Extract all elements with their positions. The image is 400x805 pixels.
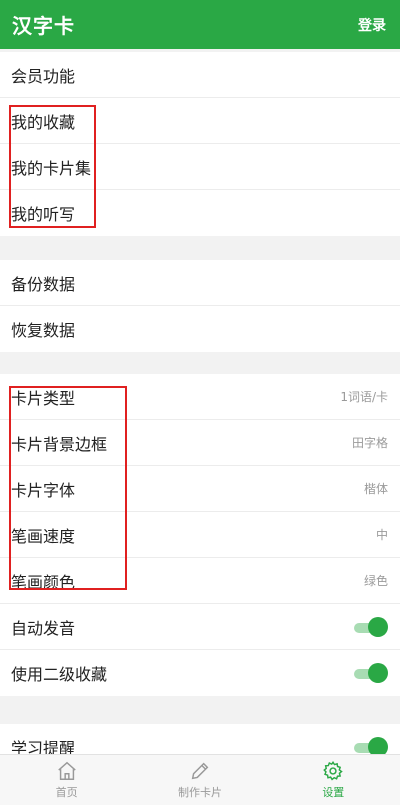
setting-stroke-color[interactable]: 笔画颜色 绿色 [0,558,400,604]
toggle-knob [368,616,388,637]
menu-item-label: 恢复数据 [11,321,76,340]
login-button[interactable]: 登录 [358,15,386,35]
gear-icon [323,760,344,781]
setting-card-border[interactable]: 卡片背景边框 田字格 [0,420,400,466]
setting-label: 卡片字体 [11,480,76,500]
setting-value: 中 [375,528,388,542]
menu-item-label: 我的听写 [11,205,76,224]
tab-label: 制作卡片 [177,786,222,799]
home-icon [57,761,76,780]
card-settings-section: 卡片类型 1词语/卡 卡片背景边框 田字格 卡片字体 楷体 笔画速度 中 笔画颜… [0,374,400,696]
tab-home[interactable]: 首页 [0,755,133,805]
tab-label: 设置 [322,786,345,799]
setting-value: 1词语/卡 [340,390,388,404]
menu-item-backup[interactable]: 备份数据 [0,260,400,306]
setting-secondary-favorites: 使用二级收藏 [0,650,400,696]
tab-make-card[interactable]: 制作卡片 [133,755,266,805]
setting-value: 楷体 [363,482,388,496]
bottom-tab-bar: 首页 制作卡片 设置 [0,754,400,805]
setting-value: 绿色 [363,574,388,588]
setting-card-font[interactable]: 卡片字体 楷体 [0,466,400,512]
setting-label: 笔画颜色 [11,572,76,592]
menu-item-label: 我的收藏 [11,112,76,132]
account-section: 会员功能 我的收藏 我的卡片集 我的听写 [0,52,400,236]
tab-settings[interactable]: 设置 [267,755,400,805]
menu-item-label: 我的卡片集 [11,158,92,178]
app-title: 汉字卡 [12,14,75,38]
menu-item-card-sets[interactable]: 我的卡片集 [0,144,400,190]
secondary-favorites-toggle[interactable] [352,663,388,683]
setting-stroke-speed[interactable]: 笔画速度 中 [0,512,400,558]
setting-value: 田字格 [351,436,388,450]
menu-item-label: 会员功能 [11,66,76,86]
setting-label: 卡片类型 [11,388,76,408]
auto-pronounce-toggle[interactable] [352,616,388,637]
menu-item-restore[interactable]: 恢复数据 [0,306,400,352]
app-header: 汉字卡 登录 [0,0,400,49]
setting-label: 自动发音 [11,618,76,638]
setting-label: 使用二级收藏 [11,665,108,684]
setting-label: 笔画速度 [11,526,76,546]
menu-item-favorites[interactable]: 我的收藏 [0,98,400,144]
tab-label: 首页 [55,786,78,799]
setting-auto-pronounce: 自动发音 [0,604,400,650]
setting-card-type[interactable]: 卡片类型 1词语/卡 [0,374,400,420]
menu-item-dictation[interactable]: 我的听写 [0,190,400,236]
setting-label: 卡片背景边框 [11,434,108,454]
toggle-knob [368,663,388,683]
menu-item-membership[interactable]: 会员功能 [0,52,400,98]
menu-item-label: 备份数据 [11,274,76,294]
data-section: 备份数据 恢复数据 [0,260,400,352]
pencil-icon [191,762,209,780]
